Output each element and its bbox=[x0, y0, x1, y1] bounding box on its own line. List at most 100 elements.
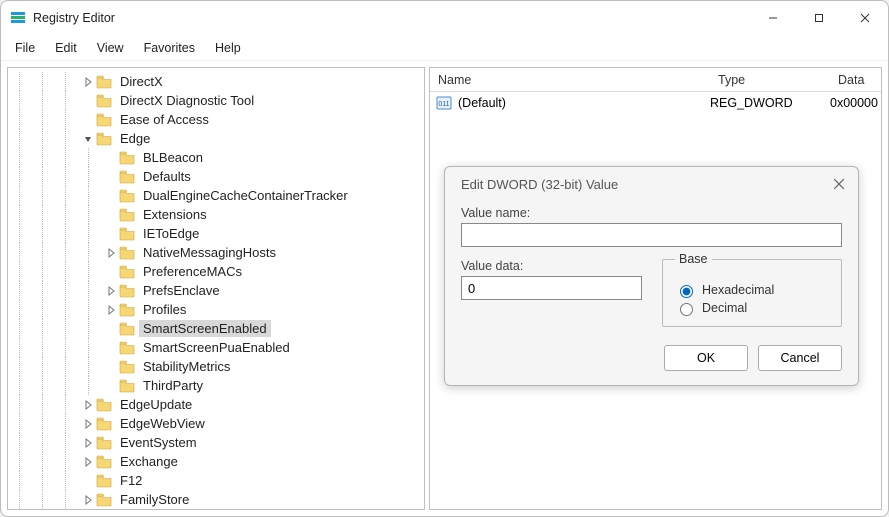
tree-pane[interactable]: DirectX DirectX Diagnostic Tool Ease of Ac… bbox=[7, 67, 425, 510]
folder-icon bbox=[119, 379, 135, 393]
folder-icon bbox=[96, 132, 112, 146]
folder-icon bbox=[119, 360, 135, 374]
menu-favorites[interactable]: Favorites bbox=[134, 38, 205, 58]
tree-label[interactable]: IEToEdge bbox=[139, 225, 203, 242]
value-name-input[interactable] bbox=[461, 223, 842, 247]
folder-icon bbox=[119, 322, 135, 336]
tree-node[interactable]: F12 bbox=[12, 471, 424, 490]
menu-help[interactable]: Help bbox=[205, 38, 251, 58]
chevron-right-icon[interactable] bbox=[81, 417, 95, 431]
tree-node[interactable]: EventSystem bbox=[12, 433, 424, 452]
folder-icon bbox=[119, 151, 135, 165]
menu-file[interactable]: File bbox=[5, 38, 45, 58]
folder-icon bbox=[96, 94, 112, 108]
tree-label[interactable]: Extensions bbox=[139, 206, 211, 223]
radio-hex-input[interactable] bbox=[680, 285, 693, 298]
close-button[interactable] bbox=[842, 3, 888, 33]
radio-hexadecimal[interactable]: Hexadecimal bbox=[675, 282, 829, 298]
titlebar[interactable]: Registry Editor bbox=[1, 1, 888, 35]
chevron-right-icon[interactable] bbox=[81, 75, 95, 89]
tree-label[interactable]: PreferenceMACs bbox=[139, 263, 246, 280]
folder-icon bbox=[96, 474, 112, 488]
tree-node[interactable]: Ease of Access bbox=[12, 110, 424, 129]
chevron-right-icon[interactable] bbox=[81, 493, 95, 507]
tree-label[interactable]: Defaults bbox=[139, 168, 195, 185]
tree-node[interactable]: DualEngineCacheContainerTracker bbox=[12, 186, 424, 205]
tree-label[interactable]: SmartScreenEnabled bbox=[139, 320, 271, 337]
tree-label[interactable]: F12 bbox=[116, 472, 146, 489]
tree-label[interactable]: NativeMessagingHosts bbox=[139, 244, 280, 261]
svg-text:011: 011 bbox=[438, 101, 449, 108]
folder-icon bbox=[119, 227, 135, 241]
tree-node[interactable]: FamilyStore bbox=[12, 490, 424, 509]
tree-node[interactable]: Edge bbox=[12, 129, 424, 148]
chevron-right-icon[interactable] bbox=[104, 284, 118, 298]
tree-node[interactable]: StabilityMetrics bbox=[12, 357, 424, 376]
col-header-data[interactable]: Data bbox=[830, 73, 881, 87]
cancel-button[interactable]: Cancel bbox=[758, 345, 842, 371]
radio-dec-input[interactable] bbox=[680, 303, 693, 316]
base-group: Base Hexadecimal Decimal bbox=[662, 259, 842, 327]
tree-node[interactable]: Exchange bbox=[12, 452, 424, 471]
tree-label[interactable]: BLBeacon bbox=[139, 149, 207, 166]
dialog-close-button[interactable] bbox=[830, 175, 848, 193]
tree-label[interactable]: Edge bbox=[116, 130, 154, 147]
tree-node[interactable]: SmartScreenPuaEnabled bbox=[12, 338, 424, 357]
dialog-title: Edit DWORD (32-bit) Value bbox=[461, 177, 842, 192]
tree-node[interactable]: PrefsEnclave bbox=[12, 281, 424, 300]
minimize-button[interactable] bbox=[750, 3, 796, 33]
folder-icon bbox=[96, 436, 112, 450]
list-header[interactable]: Name Type Data bbox=[430, 68, 881, 92]
tree-node[interactable]: Defaults bbox=[12, 167, 424, 186]
window-title: Registry Editor bbox=[33, 11, 115, 25]
tree-label[interactable]: PrefsEnclave bbox=[139, 282, 224, 299]
tree-node[interactable]: IEToEdge bbox=[12, 224, 424, 243]
folder-icon bbox=[96, 113, 112, 127]
tree-node[interactable]: EdgeUpdate bbox=[12, 395, 424, 414]
tree-label[interactable]: Ease of Access bbox=[116, 111, 213, 128]
tree-label[interactable]: SmartScreenPuaEnabled bbox=[139, 339, 294, 356]
tree-label[interactable]: EdgeWebView bbox=[116, 415, 209, 432]
chevron-right-icon[interactable] bbox=[81, 455, 95, 469]
tree-label[interactable]: Exchange bbox=[116, 453, 182, 470]
chevron-down-icon[interactable] bbox=[81, 132, 95, 146]
tree-label[interactable]: ThirdParty bbox=[139, 377, 207, 394]
tree-label[interactable]: StabilityMetrics bbox=[139, 358, 234, 375]
tree-node[interactable]: EdgeWebView bbox=[12, 414, 424, 433]
tree-node[interactable]: SmartScreenEnabled bbox=[12, 319, 424, 338]
chevron-right-icon[interactable] bbox=[81, 398, 95, 412]
tree-label[interactable]: DirectX Diagnostic Tool bbox=[116, 92, 258, 109]
tree-label[interactable]: EdgeUpdate bbox=[116, 396, 196, 413]
folder-icon bbox=[119, 189, 135, 203]
col-header-name[interactable]: Name bbox=[430, 73, 710, 87]
edit-dword-dialog: Edit DWORD (32-bit) Value Value name: Va… bbox=[444, 166, 859, 386]
tree-node[interactable]: PreferenceMACs bbox=[12, 262, 424, 281]
dword-icon: 011 bbox=[436, 95, 452, 111]
tree-node[interactable]: Extensions bbox=[12, 205, 424, 224]
value-data-input[interactable] bbox=[461, 276, 642, 300]
tree-label[interactable]: Profiles bbox=[139, 301, 190, 318]
tree-node[interactable]: DirectX bbox=[12, 72, 424, 91]
tree-node[interactable]: NativeMessagingHosts bbox=[12, 243, 424, 262]
tree-label[interactable]: EventSystem bbox=[116, 434, 201, 451]
value-data: 0x00000 bbox=[830, 96, 881, 110]
tree-node[interactable]: DirectX Diagnostic Tool bbox=[12, 91, 424, 110]
col-header-type[interactable]: Type bbox=[710, 73, 830, 87]
tree-label[interactable]: DualEngineCacheContainerTracker bbox=[139, 187, 352, 204]
chevron-right-icon[interactable] bbox=[104, 303, 118, 317]
menu-view[interactable]: View bbox=[87, 38, 134, 58]
ok-button[interactable]: OK bbox=[664, 345, 748, 371]
list-row[interactable]: 011(Default)REG_DWORD0x00000 bbox=[430, 92, 881, 114]
chevron-right-icon[interactable] bbox=[81, 436, 95, 450]
radio-decimal[interactable]: Decimal bbox=[675, 300, 829, 316]
tree-node[interactable]: ThirdParty bbox=[12, 376, 424, 395]
chevron-right-icon[interactable] bbox=[104, 246, 118, 260]
tree-node[interactable]: Profiles bbox=[12, 300, 424, 319]
maximize-button[interactable] bbox=[796, 3, 842, 33]
folder-icon bbox=[119, 265, 135, 279]
folder-icon bbox=[119, 246, 135, 260]
tree-node[interactable]: BLBeacon bbox=[12, 148, 424, 167]
menu-edit[interactable]: Edit bbox=[45, 38, 87, 58]
tree-label[interactable]: DirectX bbox=[116, 73, 167, 90]
tree-label[interactable]: FamilyStore bbox=[116, 491, 193, 508]
